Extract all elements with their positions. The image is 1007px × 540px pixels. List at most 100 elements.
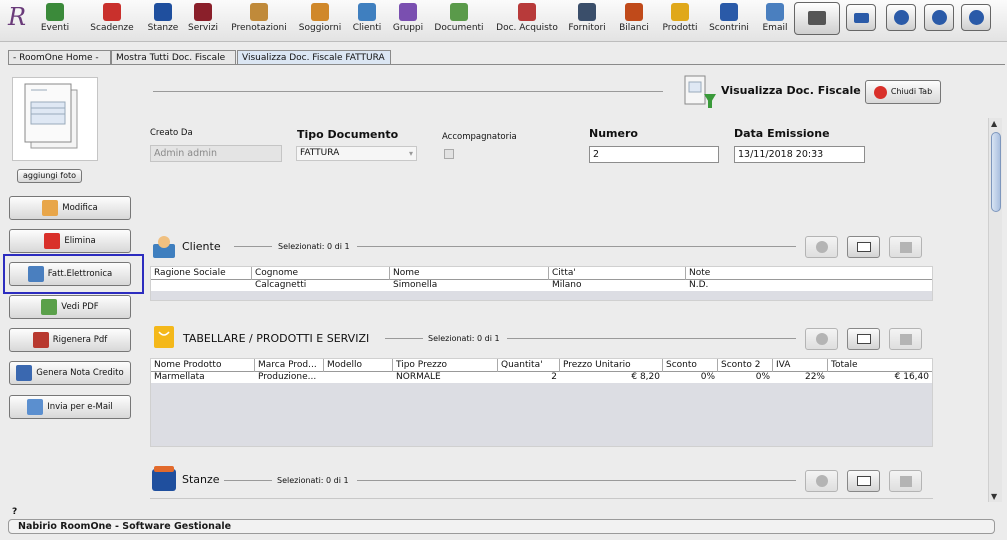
- add-icon: [816, 333, 828, 345]
- room-section-icon: [152, 466, 176, 491]
- cliente-view-button[interactable]: [847, 236, 880, 258]
- toolbar-item-stanze[interactable]: Stanze: [143, 0, 183, 42]
- toolbar-item-gruppi[interactable]: Gruppi: [390, 0, 426, 42]
- column-header[interactable]: Sconto: [663, 359, 718, 372]
- column-header[interactable]: Prezzo Unitario: [560, 359, 663, 372]
- column-header[interactable]: Totale: [828, 359, 932, 372]
- scroll-up-icon[interactable]: ▲: [991, 119, 997, 128]
- edit-button[interactable]: Modifica: [9, 196, 131, 220]
- accompagnatoria-label: Accompagnatoria: [442, 132, 517, 142]
- table-row[interactable]: Calcagnetti Simonella Milano N.D.: [151, 280, 932, 291]
- toolbar-item-soggiorni[interactable]: Soggiorni: [295, 0, 345, 42]
- table-cell: 0%: [755, 372, 770, 382]
- document-icon: [450, 3, 468, 21]
- prodotti-view-button[interactable]: [847, 328, 880, 350]
- edit-icon: [42, 200, 59, 216]
- toolbar-item-label: Eventi: [40, 23, 70, 33]
- data-emissione-field[interactable]: 13/11/2018 20:33: [734, 146, 865, 163]
- column-header[interactable]: Modello: [324, 359, 393, 372]
- cliente-line-right: [357, 246, 796, 247]
- table-cell: Calcagnetti: [255, 280, 307, 290]
- tab-mostra-tutti-doc-fiscale[interactable]: Mostra Tutti Doc. Fiscale: [111, 50, 236, 65]
- view-pdf-button[interactable]: Vedi PDF: [9, 295, 131, 319]
- prodotti-add-button[interactable]: [805, 328, 838, 350]
- scrollbar-thumb[interactable]: [991, 132, 1001, 212]
- toolbar-item-servizi[interactable]: Servizi: [185, 0, 221, 42]
- toolbar-item-label: Prenotazioni: [231, 23, 287, 33]
- table-cell: Milano: [552, 280, 582, 290]
- toolbar-item-documenti[interactable]: Documenti: [433, 0, 485, 42]
- column-header[interactable]: Quantita': [498, 359, 560, 372]
- table-cell: 0%: [700, 372, 715, 382]
- column-header[interactable]: IVA: [773, 359, 828, 372]
- numero-field[interactable]: 2: [589, 146, 719, 163]
- tab-visualizza-doc-fiscale-fattura[interactable]: Visualizza Doc. Fiscale FATTURA: [237, 50, 391, 65]
- minimize-button[interactable]: [924, 4, 954, 31]
- column-header[interactable]: Ragione Sociale: [151, 267, 252, 280]
- scroll-down-icon[interactable]: ▼: [991, 492, 997, 501]
- vertical-scrollbar[interactable]: ▲ ▼: [988, 118, 1002, 502]
- toolbar-item-label: Email: [762, 23, 788, 33]
- purchase-document-icon: [518, 3, 536, 21]
- toolbar-item-scadenze[interactable]: Scadenze: [86, 0, 138, 42]
- toolbar-item-scontrini[interactable]: Scontrini: [707, 0, 751, 42]
- column-header[interactable]: Nome: [390, 267, 549, 280]
- column-header[interactable]: Tipo Prezzo: [393, 359, 498, 372]
- stanze-selected-count: Selezionati: 0 di 1: [277, 476, 349, 485]
- supplier-icon: [578, 3, 596, 21]
- cliente-remove-button[interactable]: [889, 236, 922, 258]
- column-header[interactable]: Marca Prod...: [255, 359, 324, 372]
- numero-label: Numero: [589, 127, 638, 140]
- view-icon: [857, 242, 871, 252]
- toolbar-item-bilanci[interactable]: Bilanci: [616, 0, 652, 42]
- settings-gear-button[interactable]: [886, 4, 916, 31]
- column-header[interactable]: Nome Prodotto: [151, 359, 255, 372]
- credit-note-button[interactable]: Genera Nota Credito: [9, 361, 131, 385]
- power-button[interactable]: [961, 4, 991, 31]
- help-indicator: ?: [12, 507, 18, 517]
- tab-roomone-home[interactable]: - RoomOne Home -: [8, 50, 111, 65]
- stanze-title: Stanze: [182, 473, 220, 486]
- table-cell: [151, 280, 252, 291]
- data-emissione-label: Data Emissione: [734, 127, 830, 140]
- product-icon: [671, 3, 689, 21]
- cliente-title: Cliente: [182, 240, 221, 253]
- client-section-icon: [153, 236, 175, 258]
- toolbar-item-clienti[interactable]: Clienti: [347, 0, 387, 42]
- tipo-documento-select[interactable]: FATTURA ▾: [296, 146, 417, 161]
- stanze-view-button[interactable]: [847, 470, 880, 492]
- table-cell: 22%: [804, 372, 825, 382]
- toolbar-item-eventi[interactable]: Eventi: [35, 0, 75, 42]
- balance-icon: [625, 3, 643, 21]
- toolbar-item-prodotti[interactable]: Prodotti: [658, 0, 702, 42]
- stanze-add-button[interactable]: [805, 470, 838, 492]
- toolbar-item-email[interactable]: Email: [758, 0, 792, 42]
- table-row[interactable]: Marmellata Produzione... NORMALE 2 € 8,2…: [151, 372, 932, 383]
- toolbar-item-doc-acquisto[interactable]: Doc. Acquisto: [493, 0, 561, 42]
- accompagnatoria-checkbox[interactable]: [444, 149, 454, 159]
- keyboard-button[interactable]: [846, 4, 876, 31]
- table-cell: € 16,40: [894, 372, 929, 382]
- toolbar-item-fornitori[interactable]: Fornitori: [565, 0, 609, 42]
- stanze-remove-button[interactable]: [889, 470, 922, 492]
- credit-note-icon: [16, 365, 33, 381]
- prodotti-remove-button[interactable]: [889, 328, 922, 350]
- column-header[interactable]: Citta': [549, 267, 686, 280]
- delete-button[interactable]: Elimina: [9, 229, 131, 253]
- close-tab-button[interactable]: Chiudi Tab: [865, 80, 941, 104]
- cliente-add-button[interactable]: [805, 236, 838, 258]
- shirt-icon: [194, 3, 212, 21]
- send-email-button[interactable]: Invia per e-Mail: [9, 395, 131, 419]
- stanze-line-right: [357, 480, 796, 481]
- toolbar-item-prenotazioni[interactable]: Prenotazioni: [228, 0, 290, 42]
- column-header[interactable]: Note: [686, 267, 932, 280]
- add-photo-button[interactable]: aggiungi foto: [17, 169, 82, 183]
- column-header[interactable]: Sconto 2: [718, 359, 773, 372]
- column-header[interactable]: Cognome: [252, 267, 390, 280]
- stanze-table-edge: [150, 498, 933, 499]
- creato-da-field: Admin admin: [150, 145, 282, 162]
- view-icon: [857, 476, 871, 486]
- table-cell: 2: [551, 372, 557, 382]
- cash-register-button[interactable]: [794, 2, 840, 35]
- regenerate-pdf-button[interactable]: Rigenera Pdf: [9, 328, 131, 352]
